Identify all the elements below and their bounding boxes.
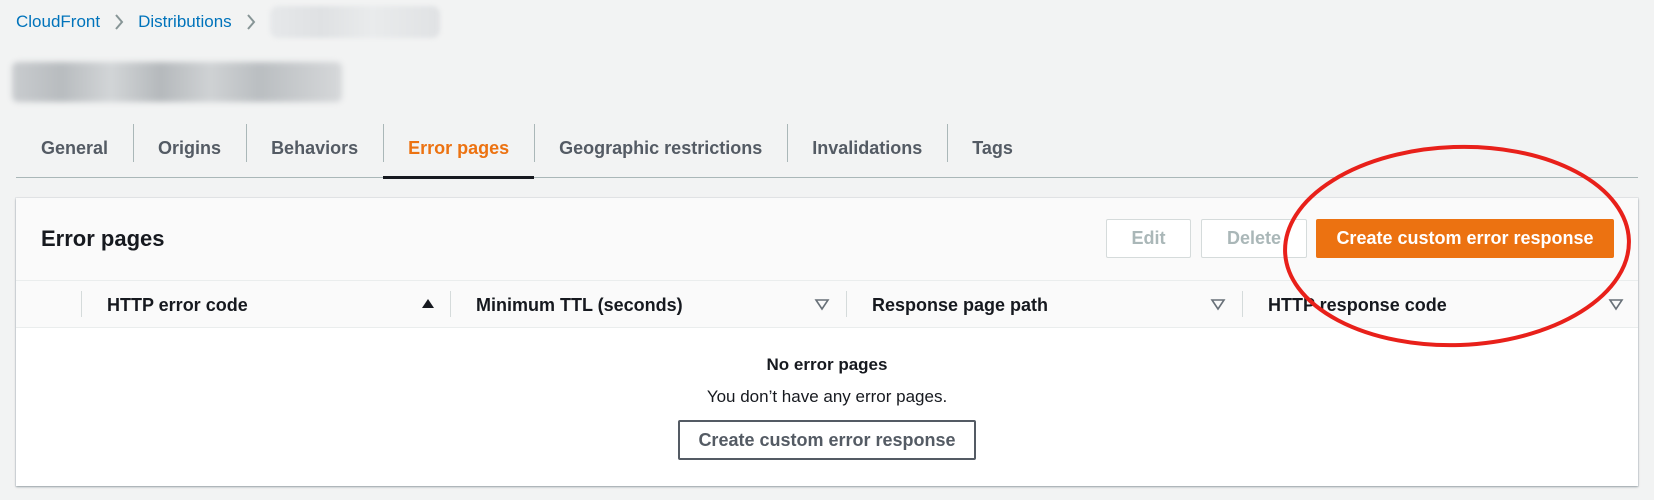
panel-header: Error pages Edit Delete Create custom er…: [16, 198, 1638, 280]
empty-state: No error pages You don’t have any error …: [16, 328, 1638, 460]
edit-button[interactable]: Edit: [1106, 219, 1191, 258]
breadcrumb-current-redacted: [269, 6, 440, 38]
tab-invalidations[interactable]: Invalidations: [787, 118, 947, 178]
sort-descending-icon[interactable]: [1608, 296, 1624, 312]
tab-bar: General Origins Behaviors Error pages Ge…: [16, 118, 1638, 179]
column-header-http-response-code[interactable]: HTTP response code: [1268, 281, 1447, 329]
column-header-minimum-ttl[interactable]: Minimum TTL (seconds): [476, 281, 683, 329]
chevron-right-icon: [246, 14, 256, 30]
column-divider: [1242, 291, 1243, 317]
empty-state-title: No error pages: [766, 355, 888, 374]
chevron-right-icon: [114, 14, 124, 30]
sort-descending-icon[interactable]: [1210, 296, 1226, 312]
delete-button[interactable]: Delete: [1201, 219, 1307, 258]
breadcrumb-cloudfront-link[interactable]: CloudFront: [16, 12, 100, 32]
column-divider: [846, 291, 847, 317]
tab-error-pages[interactable]: Error pages: [383, 118, 535, 179]
tab-behaviors[interactable]: Behaviors: [246, 118, 383, 178]
tab-origins[interactable]: Origins: [133, 118, 246, 178]
empty-state-description: You don’t have any error pages.: [706, 387, 948, 406]
error-pages-panel: Error pages Edit Delete Create custom er…: [16, 198, 1638, 486]
create-custom-error-response-secondary-button[interactable]: Create custom error response: [678, 420, 976, 460]
page-title-redacted: [12, 62, 342, 102]
breadcrumb: CloudFront Distributions: [16, 6, 440, 38]
column-divider: [450, 291, 451, 317]
table-header: HTTP error code Minimum TTL (seconds) Re…: [16, 280, 1638, 328]
column-header-response-page-path[interactable]: Response page path: [872, 281, 1048, 329]
column-divider: [81, 291, 82, 317]
sort-ascending-icon[interactable]: [420, 296, 436, 312]
create-custom-error-response-button[interactable]: Create custom error response: [1316, 219, 1614, 258]
column-header-http-error-code[interactable]: HTTP error code: [107, 281, 248, 329]
tab-general[interactable]: General: [16, 118, 133, 178]
tab-tags[interactable]: Tags: [947, 118, 1038, 178]
panel-title: Error pages: [41, 226, 165, 251]
tab-geographic-restrictions[interactable]: Geographic restrictions: [534, 118, 787, 178]
breadcrumb-distributions-link[interactable]: Distributions: [138, 12, 232, 32]
sort-descending-icon[interactable]: [814, 296, 830, 312]
